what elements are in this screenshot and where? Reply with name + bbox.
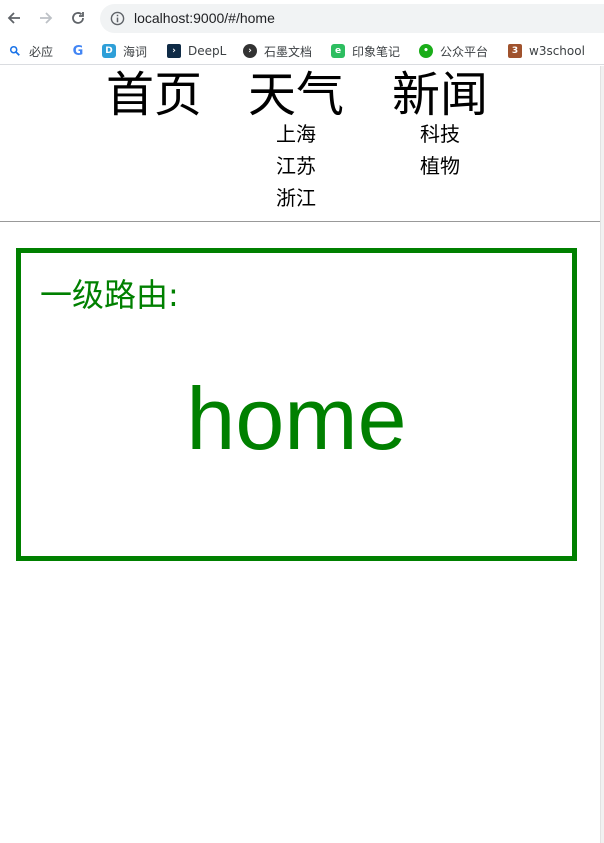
submenu-item-jiangsu[interactable]: 江苏 bbox=[276, 150, 316, 182]
evernote-icon: e bbox=[331, 44, 345, 58]
submenu-item-shanghai[interactable]: 上海 bbox=[276, 118, 316, 150]
browser-toolbar: localhost:9000/#/home bbox=[0, 0, 604, 37]
submenu-item-tech[interactable]: 科技 bbox=[420, 118, 460, 150]
bookmarks-bar: 必应 G D 海词 › DeepL › 石墨文档 e 印象笔记 • 公众平台 3… bbox=[0, 37, 604, 65]
search-icon bbox=[8, 44, 22, 58]
bookmark-evernote[interactable]: e 印象笔记 bbox=[331, 42, 400, 60]
shimo-icon: › bbox=[243, 44, 257, 58]
w3school-icon: 3 bbox=[508, 44, 522, 58]
submenu-item-zhejiang[interactable]: 浙江 bbox=[276, 182, 316, 214]
menu-news[interactable]: 新闻 bbox=[392, 66, 488, 124]
route-name: home bbox=[186, 369, 407, 468]
forward-button[interactable] bbox=[35, 7, 57, 29]
bookmark-google[interactable]: G bbox=[71, 42, 92, 60]
router-view-box: 一级路由: home bbox=[16, 248, 577, 561]
reload-icon bbox=[72, 12, 84, 24]
submenu-item-plants[interactable]: 植物 bbox=[420, 150, 460, 182]
menu-group-news: 新闻 bbox=[392, 66, 488, 124]
deepl-icon: › bbox=[167, 44, 181, 58]
bookmark-wechat[interactable]: • 公众平台 bbox=[419, 42, 488, 60]
menu-group-weather: 天气 bbox=[248, 66, 344, 124]
back-button[interactable] bbox=[3, 7, 25, 29]
wechat-icon: • bbox=[419, 44, 433, 58]
router-level-label: 一级路由: bbox=[40, 276, 179, 314]
menu-home[interactable]: 首页 bbox=[106, 66, 202, 124]
info-icon[interactable] bbox=[110, 11, 125, 26]
menu-group-home: 首页 bbox=[106, 66, 202, 124]
bookmark-dict[interactable]: D 海词 bbox=[102, 42, 147, 60]
url-text[interactable]: localhost:9000/#/home bbox=[134, 10, 275, 26]
page-viewport: 首页 天气 上海 江苏 浙江 新闻 科技 植物 一级路由: home bbox=[0, 66, 600, 843]
vertical-scrollbar[interactable] bbox=[600, 66, 604, 843]
bookmark-deepl[interactable]: › DeepL bbox=[167, 42, 226, 60]
google-icon: G bbox=[72, 43, 84, 59]
bookmark-bing[interactable]: 必应 bbox=[8, 42, 53, 60]
bookmark-shimo[interactable]: › 石墨文档 bbox=[243, 42, 312, 60]
arrow-left-icon bbox=[7, 12, 20, 24]
bookmark-w3school[interactable]: 3 w3school bbox=[508, 42, 585, 60]
arrow-right-icon bbox=[40, 12, 53, 24]
main-menu: 首页 天气 上海 江苏 浙江 新闻 科技 植物 bbox=[0, 66, 600, 222]
menu-weather[interactable]: 天气 bbox=[248, 66, 344, 124]
dict-icon: D bbox=[102, 44, 116, 58]
reload-button[interactable] bbox=[67, 7, 89, 29]
address-bar[interactable]: localhost:9000/#/home bbox=[100, 4, 604, 33]
